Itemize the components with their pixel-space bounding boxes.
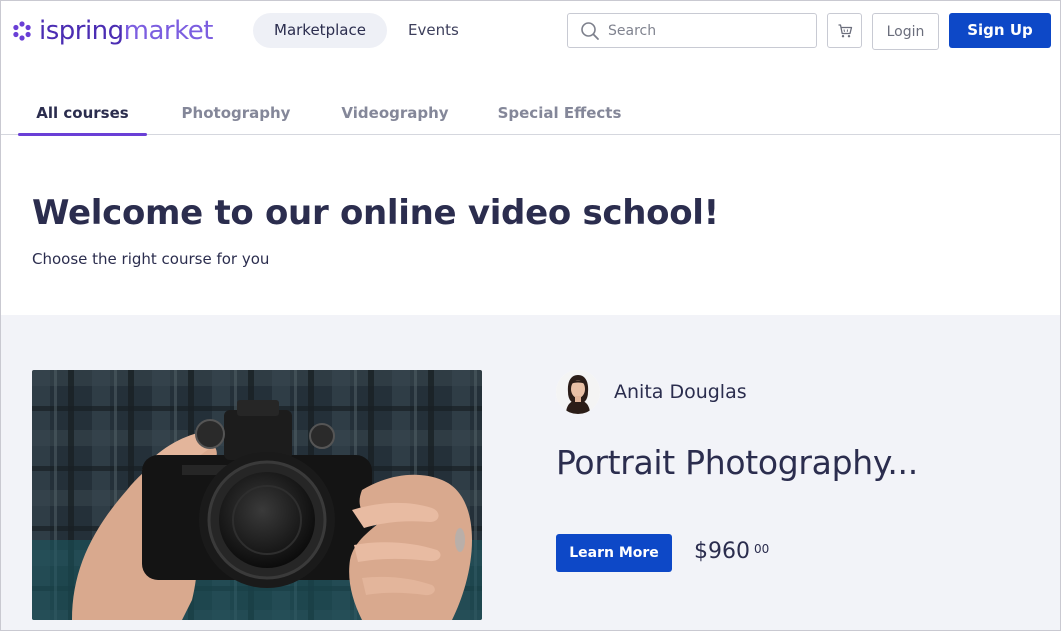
login-button[interactable]: Login: [872, 13, 939, 50]
category-tabs: All courses Photography Videography Spec…: [1, 89, 1060, 136]
tab-special-effects[interactable]: Special Effects: [491, 89, 628, 135]
page-subtitle: Choose the right course for you: [32, 250, 270, 268]
tab-photography[interactable]: Photography: [173, 89, 299, 135]
learn-more-button[interactable]: Learn More: [556, 534, 672, 572]
author-avatar-portrait: [556, 370, 600, 414]
top-header: ispringmarket Marketplace Events Login S…: [1, 1, 1060, 63]
signup-button[interactable]: Sign Up: [949, 13, 1051, 48]
logo[interactable]: ispringmarket: [11, 15, 213, 47]
nav-marketplace[interactable]: Marketplace: [253, 13, 387, 48]
search-icon: [581, 21, 599, 40]
camera-in-hands-illustration: [32, 370, 482, 620]
logo-flower-icon: [13, 21, 31, 41]
featured-course: Anita Douglas Portrait Photography... Le…: [1, 315, 1060, 630]
price-main: $960: [694, 539, 750, 564]
logo-text-part2: market: [123, 16, 214, 46]
page-title: Welcome to our online video school!: [32, 193, 719, 233]
course-author[interactable]: Anita Douglas: [556, 370, 747, 414]
course-title[interactable]: Portrait Photography...: [556, 443, 918, 482]
page-frame: ispringmarket Marketplace Events Login S…: [0, 0, 1061, 631]
logo-text: ispringmarket: [39, 18, 213, 44]
search-box[interactable]: [567, 13, 817, 48]
cart-icon: [838, 23, 852, 37]
cart-button[interactable]: [827, 13, 862, 48]
course-image[interactable]: [32, 370, 482, 620]
nav-events[interactable]: Events: [387, 13, 480, 48]
tab-videography[interactable]: Videography: [333, 89, 457, 135]
avatar: [556, 370, 600, 414]
course-price: $960 00: [694, 539, 769, 564]
search-input[interactable]: [608, 22, 798, 39]
logo-text-part1: ispring: [39, 16, 124, 46]
author-name: Anita Douglas: [614, 381, 747, 403]
price-cents: 00: [754, 542, 770, 556]
tab-all-courses[interactable]: All courses: [18, 89, 147, 136]
